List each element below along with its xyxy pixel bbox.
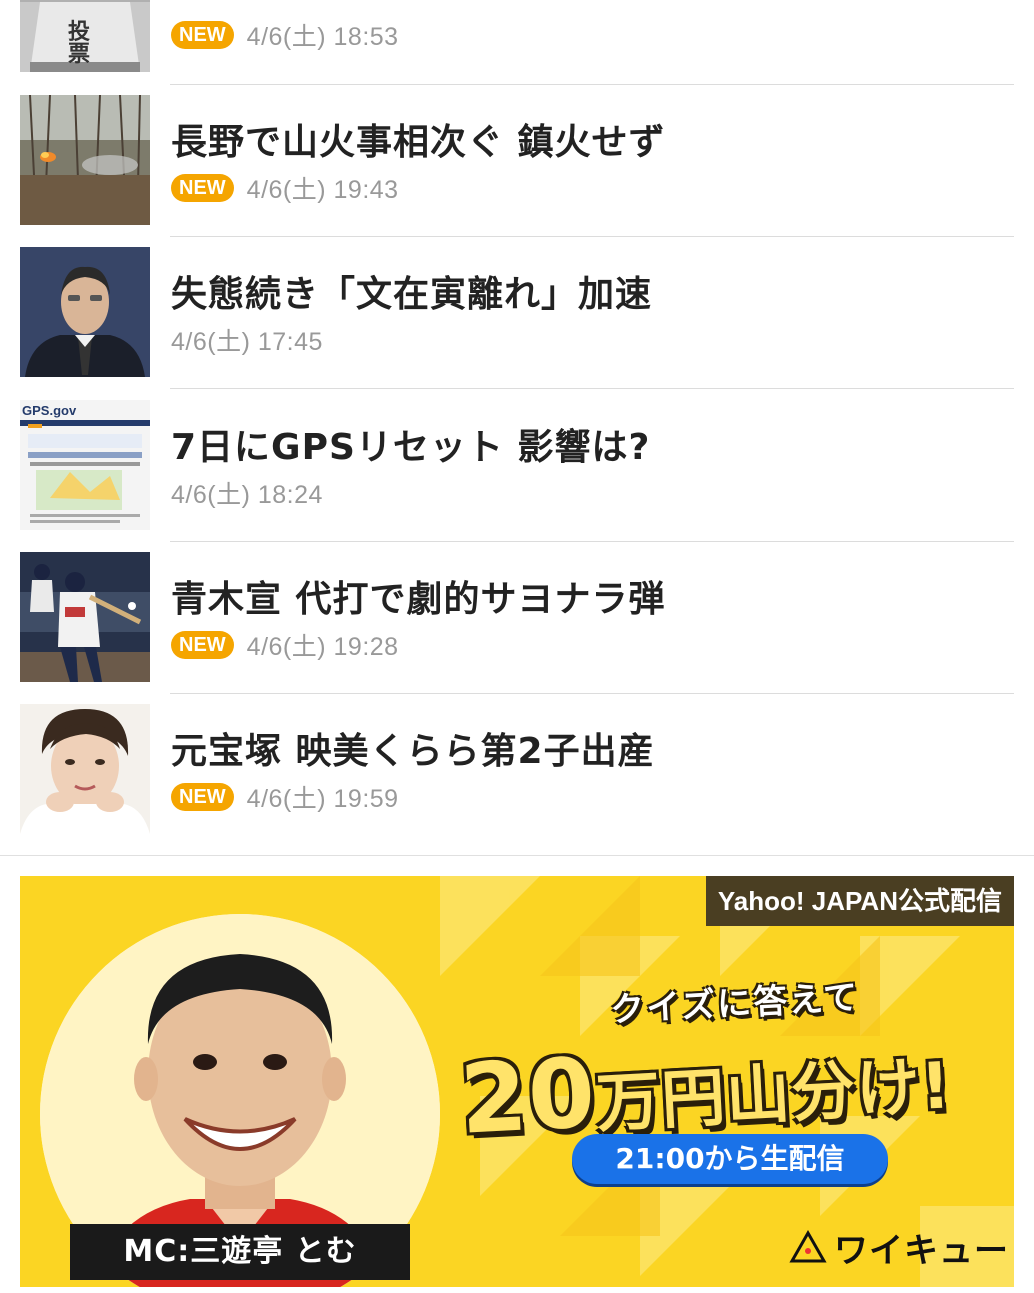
- new-badge: NEW: [171, 631, 234, 659]
- new-badge: NEW: [171, 783, 234, 811]
- news-date: 4/6(土) 18:24: [171, 481, 323, 509]
- live-time-pill: 21:00から生配信: [572, 1134, 888, 1184]
- logo-text: ワイキュー: [834, 1230, 1009, 1271]
- quiz-ad-banner[interactable]: Yahoo! JAPAN公式配信 MC:三遊亭 とむ クイズに答えて 20万円山…: [20, 876, 1014, 1287]
- wildfire-photo: [20, 95, 150, 225]
- news-item[interactable]: 青木宣 代打で劇的サヨナラ弾 NEW 4/6(土) 19:28: [0, 552, 1034, 704]
- news-date: 4/6(土) 19:43: [246, 176, 399, 204]
- news-headline: 長野で山火事相次ぐ 鎮火せず: [171, 122, 666, 163]
- news-item[interactable]: GPS.gov 7日にGPSリセット 影響は? 4/6(土) 18:24: [0, 400, 1034, 552]
- divider: [170, 388, 1014, 389]
- prize-amount: 20: [457, 1036, 599, 1156]
- news-headline: 青木宣 代打で劇的サヨナラ弾: [171, 579, 666, 620]
- ballot-label: 投票: [68, 20, 91, 67]
- news-date: 4/6(土) 17:45: [171, 328, 323, 356]
- news-meta: NEW 4/6(土) 19:43: [171, 173, 399, 204]
- news-meta: NEW 4/6(土) 19:59: [171, 782, 399, 813]
- new-badge: NEW: [171, 174, 234, 202]
- news-meta: 4/6(土) 18:24: [171, 478, 323, 509]
- news-meta: NEW 4/6(土) 18:53: [171, 20, 399, 51]
- news-meta: 4/6(土) 17:45: [171, 325, 323, 356]
- logo-triangle-icon: [789, 1229, 827, 1263]
- news-item[interactable]: 投票 NEW 4/6(土) 18:53: [0, 0, 1034, 94]
- divider: [170, 236, 1014, 237]
- new-badge: NEW: [171, 21, 234, 49]
- news-headline: 元宝塚 映美くらら第2子出産: [171, 731, 655, 772]
- news-headline: 失態続き「文在寅離れ」加速: [171, 274, 653, 315]
- yahoo-official-tag: Yahoo! JAPAN公式配信: [705, 876, 1014, 926]
- divider: [170, 693, 1014, 694]
- mc-name-label: MC:三遊亭 とむ: [70, 1224, 410, 1280]
- gps-site-logo: GPS.gov: [22, 403, 77, 418]
- divider: [170, 541, 1014, 542]
- ballot-box-icon: 投票: [20, 0, 150, 72]
- prize-suffix: 万円山分け!: [594, 1049, 954, 1142]
- section-divider: [0, 855, 1034, 856]
- actress-portrait-photo: [20, 704, 150, 834]
- wikyu-logo: ワイキュー: [788, 1222, 1009, 1272]
- gps-website-screenshot: GPS.gov: [20, 400, 150, 530]
- news-date: 4/6(土) 19:28: [246, 633, 399, 661]
- news-date: 4/6(土) 19:59: [246, 785, 399, 813]
- baseball-photo: [20, 552, 150, 682]
- politician-photo: [20, 247, 150, 377]
- news-item[interactable]: 元宝塚 映美くらら第2子出産 NEW 4/6(土) 19:59: [0, 704, 1034, 856]
- divider: [170, 84, 1014, 85]
- news-meta: NEW 4/6(土) 19:28: [171, 630, 399, 661]
- news-date: 4/6(土) 18:53: [246, 23, 399, 51]
- news-headline: 7日にGPSリセット 影響は?: [171, 427, 651, 468]
- news-item[interactable]: 失態続き「文在寅離れ」加速 4/6(土) 17:45: [0, 247, 1034, 399]
- news-item[interactable]: 長野で山火事相次ぐ 鎮火せず NEW 4/6(土) 19:43: [0, 95, 1034, 247]
